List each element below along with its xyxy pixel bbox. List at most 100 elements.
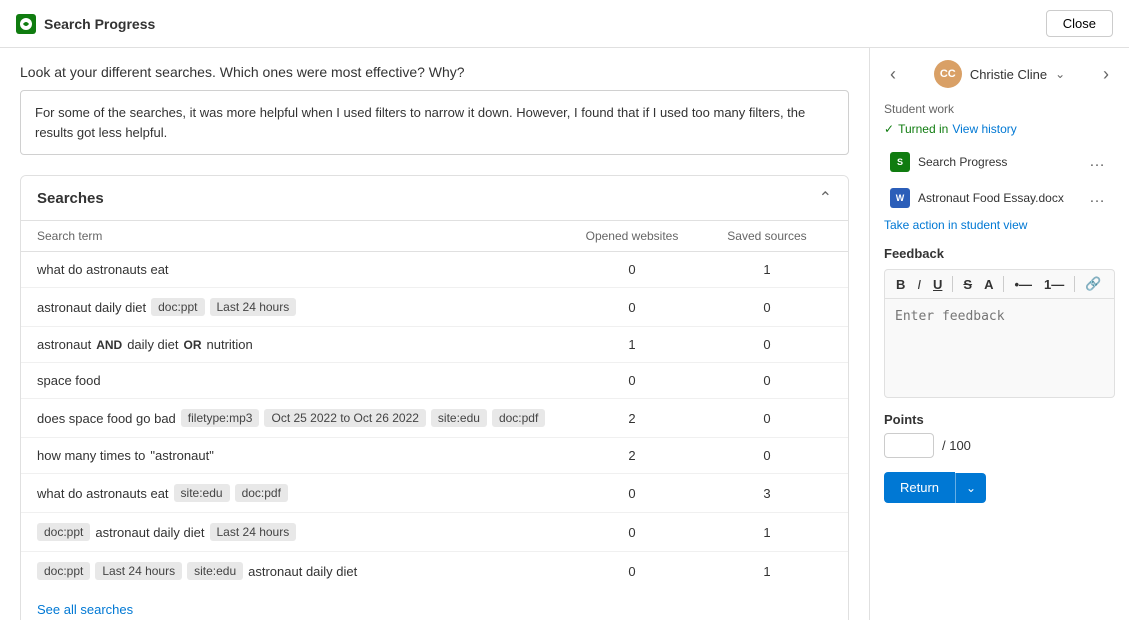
file-left: S Search Progress — [890, 152, 1007, 172]
filter-tag: doc:ppt — [151, 298, 204, 316]
view-history-link[interactable]: View history — [952, 122, 1016, 136]
reflection-question: Look at your different searches. Which o… — [20, 64, 849, 80]
file-more-button[interactable]: … — [1085, 151, 1109, 173]
take-action-link[interactable]: Take action in student view — [884, 218, 1115, 232]
searches-header: Searches ⌃ — [21, 176, 848, 221]
opened-count: 0 — [562, 262, 702, 277]
table-row: astronaut AND daily diet OR nutrition 1 … — [21, 327, 848, 363]
return-dropdown-button[interactable]: ⌄ — [955, 473, 986, 503]
filter-tag: Oct 25 2022 to Oct 26 2022 — [264, 409, 425, 427]
opened-count: 2 — [562, 448, 702, 463]
saved-count: 1 — [702, 262, 832, 277]
bold-button[interactable]: B — [891, 275, 910, 294]
feedback-toolbar: B I U S A •— 1— 🔗 — [884, 269, 1115, 298]
link-button[interactable]: 🔗 — [1080, 274, 1106, 294]
italic-button[interactable]: I — [912, 275, 926, 294]
search-term: doc:ppt astronaut daily diet Last 24 hou… — [37, 523, 562, 541]
main-content: Look at your different searches. Which o… — [0, 48, 869, 620]
table-row: space food 0 0 — [21, 363, 848, 399]
filter-tag: doc:pdf — [235, 484, 288, 502]
filter-tag: doc:ppt — [37, 523, 90, 541]
opened-count: 0 — [562, 486, 702, 501]
search-term: astronaut daily diet doc:ppt Last 24 hou… — [37, 298, 562, 316]
file-name: Search Progress — [918, 155, 1007, 169]
file-item-search-progress: S Search Progress … — [884, 146, 1115, 178]
col-saved-sources: Saved sources — [702, 229, 832, 243]
word-doc-icon: W — [890, 188, 910, 208]
close-button[interactable]: Close — [1046, 10, 1113, 37]
return-button[interactable]: Return — [884, 472, 955, 503]
highlight-button[interactable]: A — [979, 275, 998, 294]
table-row: astronaut daily diet doc:ppt Last 24 hou… — [21, 288, 848, 327]
col-search-term: Search term — [37, 229, 562, 243]
saved-count: 0 — [702, 300, 832, 315]
filter-tag: site:edu — [174, 484, 230, 502]
filter-tag: Last 24 hours — [210, 298, 297, 316]
search-term: does space food go bad filetype:mp3 Oct … — [37, 409, 562, 427]
table-row: what do astronauts eat 0 1 — [21, 252, 848, 288]
operator-or: OR — [184, 338, 202, 352]
saved-count: 0 — [702, 373, 832, 388]
opened-count: 0 — [562, 525, 702, 540]
collapse-icon[interactable]: ⌃ — [819, 188, 832, 208]
table-row: doc:ppt astronaut daily diet Last 24 hou… — [21, 513, 848, 552]
saved-count: 1 — [702, 525, 832, 540]
filter-tag: site:edu — [431, 409, 487, 427]
points-row: / 100 — [884, 433, 1115, 458]
student-selector: CC Christie Cline ⌄ — [902, 60, 1097, 88]
turned-in-status: ✓ Turned in View history — [884, 122, 1115, 136]
return-section: Return ⌄ — [884, 472, 1115, 503]
table-header: Search term Opened websites Saved source… — [21, 221, 848, 252]
strikethrough-button[interactable]: S — [958, 275, 977, 294]
search-term: what do astronauts eat site:edu doc:pdf — [37, 484, 562, 502]
table-row: does space food go bad filetype:mp3 Oct … — [21, 399, 848, 438]
file-item-essay: W Astronaut Food Essay.docx … — [884, 182, 1115, 214]
search-term: astronaut AND daily diet OR nutrition — [37, 337, 562, 352]
searches-table: Search term Opened websites Saved source… — [21, 221, 848, 590]
filter-tag: doc:ppt — [37, 562, 90, 580]
chevron-down-icon[interactable]: ⌄ — [1055, 67, 1065, 81]
opened-count: 0 — [562, 373, 702, 388]
quoted-term: "astronaut" — [150, 448, 213, 463]
student-work-label: Student work — [884, 102, 1115, 116]
prev-student-button[interactable]: ‹ — [884, 62, 902, 87]
see-all-searches-link[interactable]: See all searches — [21, 590, 848, 620]
numbered-list-button[interactable]: 1— — [1039, 275, 1069, 294]
filter-tag: Last 24 hours — [210, 523, 297, 541]
saved-count: 1 — [702, 564, 832, 579]
feedback-textarea[interactable] — [884, 298, 1115, 398]
toolbar-separator — [1074, 276, 1075, 292]
file-left: W Astronaut Food Essay.docx — [890, 188, 1064, 208]
table-row: what do astronauts eat site:edu doc:pdf … — [21, 474, 848, 513]
saved-count: 0 — [702, 411, 832, 426]
student-name: Christie Cline — [970, 67, 1047, 82]
reflection-answer: For some of the searches, it was more he… — [20, 90, 849, 155]
filter-tag: Last 24 hours — [95, 562, 182, 580]
bullet-list-button[interactable]: •— — [1009, 275, 1037, 294]
table-row: how many times to "astronaut" 2 0 — [21, 438, 848, 474]
points-section: Points / 100 — [884, 412, 1115, 458]
checkmark-icon: ✓ — [884, 122, 894, 136]
file-name: Astronaut Food Essay.docx — [918, 191, 1064, 205]
student-navigation: ‹ CC Christie Cline ⌄ › — [884, 60, 1115, 88]
header-title: Search Progress — [44, 16, 155, 32]
avatar: CC — [934, 60, 962, 88]
right-panel: ‹ CC Christie Cline ⌄ › Student work ✓ T… — [869, 48, 1129, 620]
underline-button[interactable]: U — [928, 275, 947, 294]
feedback-label: Feedback — [884, 246, 1115, 261]
content-area: Look at your different searches. Which o… — [0, 48, 1129, 620]
next-student-button[interactable]: › — [1097, 62, 1115, 87]
saved-count: 3 — [702, 486, 832, 501]
toolbar-separator — [1003, 276, 1004, 292]
app-header: Search Progress Close — [0, 0, 1129, 48]
table-row: doc:ppt Last 24 hours site:edu astronaut… — [21, 552, 848, 590]
file-more-button[interactable]: … — [1085, 187, 1109, 209]
operator-and: AND — [96, 338, 122, 352]
points-input[interactable] — [884, 433, 934, 458]
saved-count: 0 — [702, 448, 832, 463]
opened-count: 1 — [562, 337, 702, 352]
searches-section: Searches ⌃ Search term Opened websites S… — [20, 175, 849, 620]
points-total: / 100 — [942, 438, 971, 453]
search-term: how many times to "astronaut" — [37, 448, 562, 463]
filter-tag: site:edu — [187, 562, 243, 580]
